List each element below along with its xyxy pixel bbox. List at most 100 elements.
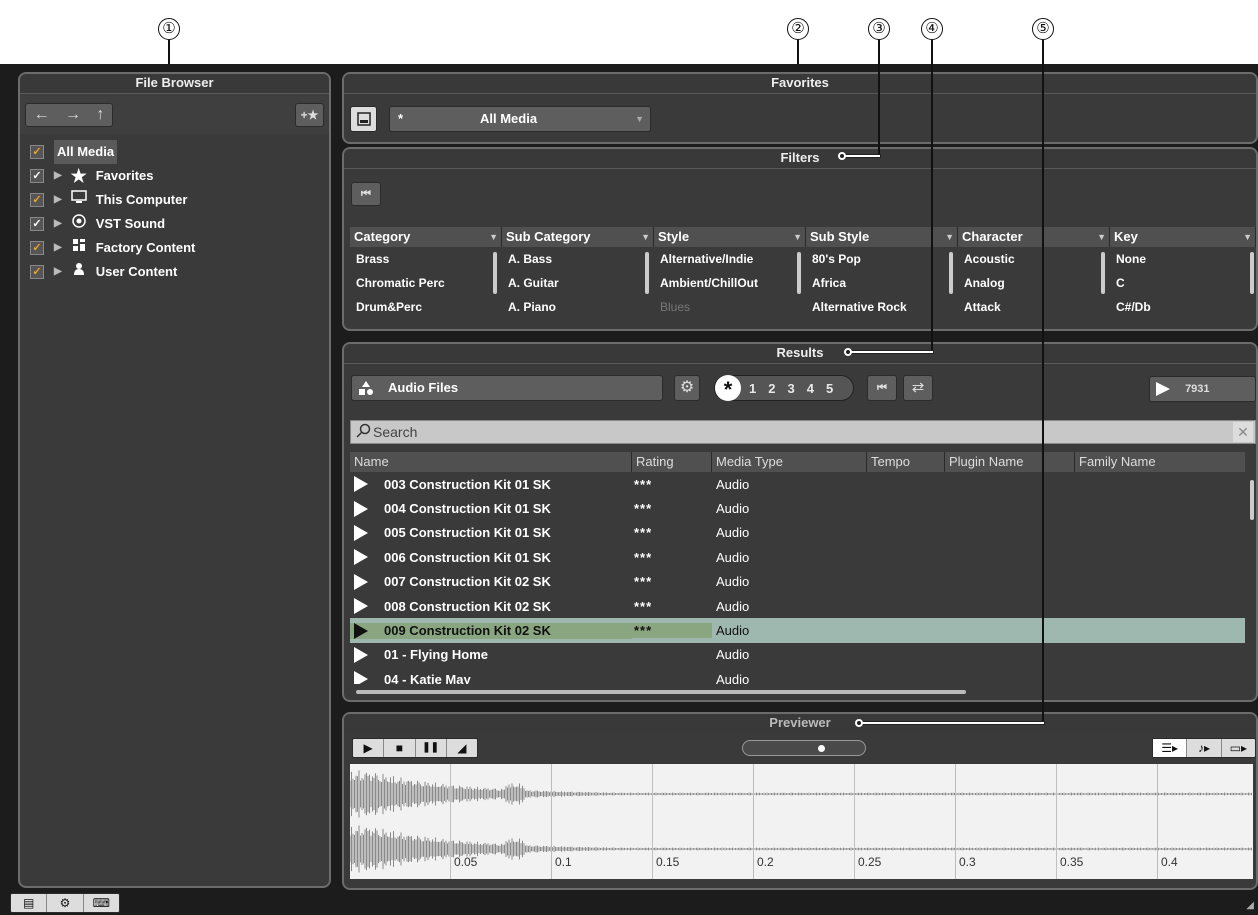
all-media-checkbox[interactable]: ✓: [30, 145, 44, 159]
preview-play-icon[interactable]: [354, 476, 368, 493]
favorites-selector[interactable]: * All Media ▼: [389, 106, 651, 132]
column-header-plugin-name[interactable]: Plugin Name: [945, 452, 1075, 472]
rating-level-5[interactable]: 5: [826, 381, 833, 396]
preview-play-icon[interactable]: [354, 598, 368, 615]
expand-triangle-icon[interactable]: ▶: [54, 164, 62, 188]
shuffle-button[interactable]: ⇄: [903, 375, 933, 401]
column-header-media-type[interactable]: Media Type: [712, 452, 867, 472]
filter-item[interactable]: A. Piano: [502, 295, 654, 319]
table-row[interactable]: 004 Construction Kit 01 SK *** Audio: [350, 496, 1245, 520]
filter-item[interactable]: Attack: [958, 295, 1110, 319]
preview-play-icon[interactable]: [354, 573, 368, 590]
search-field[interactable]: Search ✕: [350, 420, 1256, 444]
rating-filter[interactable]: * 1 2 3 4 5: [714, 375, 854, 402]
factory-content-checkbox[interactable]: ✓: [30, 241, 44, 255]
table-row[interactable]: 008 Construction Kit 02 SK *** Audio: [350, 594, 1245, 618]
play-in-context-button[interactable]: ▭▸: [1222, 739, 1255, 757]
results-settings-button[interactable]: ⚙: [674, 375, 700, 401]
keyboard-icon[interactable]: ⌨: [84, 894, 119, 912]
tree-item-favorites[interactable]: ✓ ▶ ★ Favorites: [30, 164, 320, 188]
settings-icon[interactable]: ⚙: [47, 894, 84, 912]
save-favorite-button[interactable]: [350, 106, 377, 132]
media-type-selector[interactable]: Audio Files: [351, 375, 663, 401]
preview-play-icon[interactable]: [354, 671, 368, 684]
filter-header-sub-style[interactable]: Sub Style ▼: [806, 227, 958, 247]
filter-item[interactable]: Ambient/ChillOut: [654, 271, 806, 295]
column-header-family-name[interactable]: Family Name: [1075, 452, 1245, 472]
filter-item[interactable]: Brass: [350, 247, 502, 271]
rating-star-button[interactable]: *: [715, 375, 741, 402]
expand-triangle-icon[interactable]: ▶: [54, 236, 62, 260]
up-button[interactable]: ↑: [96, 104, 104, 126]
filter-item[interactable]: Analog: [958, 271, 1110, 295]
play-button[interactable]: ▶: [353, 739, 385, 757]
this-computer-checkbox[interactable]: ✓: [30, 193, 44, 207]
filter-scrollbar[interactable]: [949, 252, 953, 294]
expand-triangle-icon[interactable]: ▶: [54, 260, 62, 284]
tree-item-all-media[interactable]: ✓ All Media: [30, 140, 320, 164]
volume-slider-knob[interactable]: [818, 745, 826, 752]
preview-play-icon[interactable]: [354, 500, 368, 517]
filter-scrollbar[interactable]: [645, 252, 649, 294]
filter-item[interactable]: Chromatic Perc: [350, 271, 502, 295]
reset-filters-button[interactable]: ⏮: [351, 182, 381, 206]
clear-search-button[interactable]: ✕: [1233, 422, 1253, 442]
back-button[interactable]: ←: [34, 104, 50, 126]
resize-grip-icon[interactable]: ◢: [1246, 900, 1254, 911]
preview-play-icon[interactable]: [354, 524, 368, 541]
filter-scrollbar[interactable]: [493, 252, 497, 294]
forward-button[interactable]: →: [65, 104, 81, 126]
horizontal-scrollbar[interactable]: [356, 690, 966, 694]
rating-level-3[interactable]: 3: [787, 381, 794, 396]
table-row[interactable]: 007 Construction Kit 02 SK *** Audio: [350, 570, 1245, 594]
expand-triangle-icon[interactable]: ▶: [54, 188, 62, 212]
user-content-checkbox[interactable]: ✓: [30, 265, 44, 279]
layout-icon[interactable]: ▤: [11, 894, 48, 912]
rating-level-1[interactable]: 1: [749, 381, 756, 396]
table-row[interactable]: 04 - Katie May Audio: [350, 667, 1245, 684]
table-row[interactable]: 01 - Flying Home Audio: [350, 643, 1245, 667]
filter-item[interactable]: Drum&Perc: [350, 295, 502, 319]
filter-item[interactable]: 80's Pop: [806, 247, 958, 271]
filter-scrollbar[interactable]: [1101, 252, 1105, 294]
filter-scrollbar[interactable]: [1250, 252, 1254, 294]
tree-item-vst-sound[interactable]: ✓ ▶ VST Sound: [30, 212, 320, 236]
table-row[interactable]: 006 Construction Kit 01 SK *** Audio: [350, 545, 1245, 569]
column-header-name[interactable]: Name: [350, 452, 632, 472]
favorites-checkbox[interactable]: ✓: [30, 169, 44, 183]
filter-item[interactable]: None: [1110, 247, 1256, 271]
filter-header-key[interactable]: Key ▼: [1110, 227, 1256, 247]
rating-level-2[interactable]: 2: [768, 381, 775, 396]
column-header-rating[interactable]: Rating: [632, 452, 712, 472]
tree-item-this-computer[interactable]: ✓ ▶ This Computer: [30, 188, 320, 212]
volume-slider[interactable]: [742, 740, 866, 756]
filter-item[interactable]: A. Bass: [502, 247, 654, 271]
table-row-selected[interactable]: 009 Construction Kit 02 SK *** Audio: [350, 618, 1245, 643]
add-favorite-button[interactable]: +★: [295, 103, 324, 127]
filter-item[interactable]: Acoustic: [958, 247, 1110, 271]
vst-sound-checkbox[interactable]: ✓: [30, 217, 44, 231]
table-row[interactable]: 003 Construction Kit 01 SK *** Audio: [350, 472, 1245, 496]
filter-item[interactable]: C#/Db: [1110, 295, 1256, 319]
preview-play-icon[interactable]: [354, 646, 368, 663]
table-row[interactable]: 005 Construction Kit 01 SK *** Audio: [350, 521, 1245, 545]
waveform-display[interactable]: 0.05 0.1 0.15 0.2 0.25 0.3 0.35 0.4: [350, 764, 1253, 879]
filter-scrollbar[interactable]: [797, 252, 801, 294]
expand-triangle-icon[interactable]: ▶: [54, 212, 62, 236]
tree-item-factory-content[interactable]: ✓ ▶ Factory Content: [30, 236, 320, 260]
preview-play-icon[interactable]: [354, 622, 368, 639]
filter-header-sub-category[interactable]: Sub Category ▼: [502, 227, 654, 247]
autoplay-button[interactable]: ◢: [447, 739, 477, 757]
filter-header-category[interactable]: Category ▼: [350, 227, 502, 247]
filter-header-style[interactable]: Style ▼: [654, 227, 806, 247]
filter-item[interactable]: A. Guitar: [502, 271, 654, 295]
filter-item[interactable]: Alternative/Indie: [654, 247, 806, 271]
filter-item[interactable]: C: [1110, 271, 1256, 295]
column-header-tempo[interactable]: Tempo: [867, 452, 945, 472]
tree-item-user-content[interactable]: ✓ ▶ User Content: [30, 260, 320, 284]
filter-header-character[interactable]: Character ▼: [958, 227, 1110, 247]
rating-level-4[interactable]: 4: [807, 381, 814, 396]
filter-item[interactable]: Africa: [806, 271, 958, 295]
results-count-display[interactable]: 7931: [1149, 376, 1256, 402]
filter-item[interactable]: Alternative Rock: [806, 295, 958, 319]
